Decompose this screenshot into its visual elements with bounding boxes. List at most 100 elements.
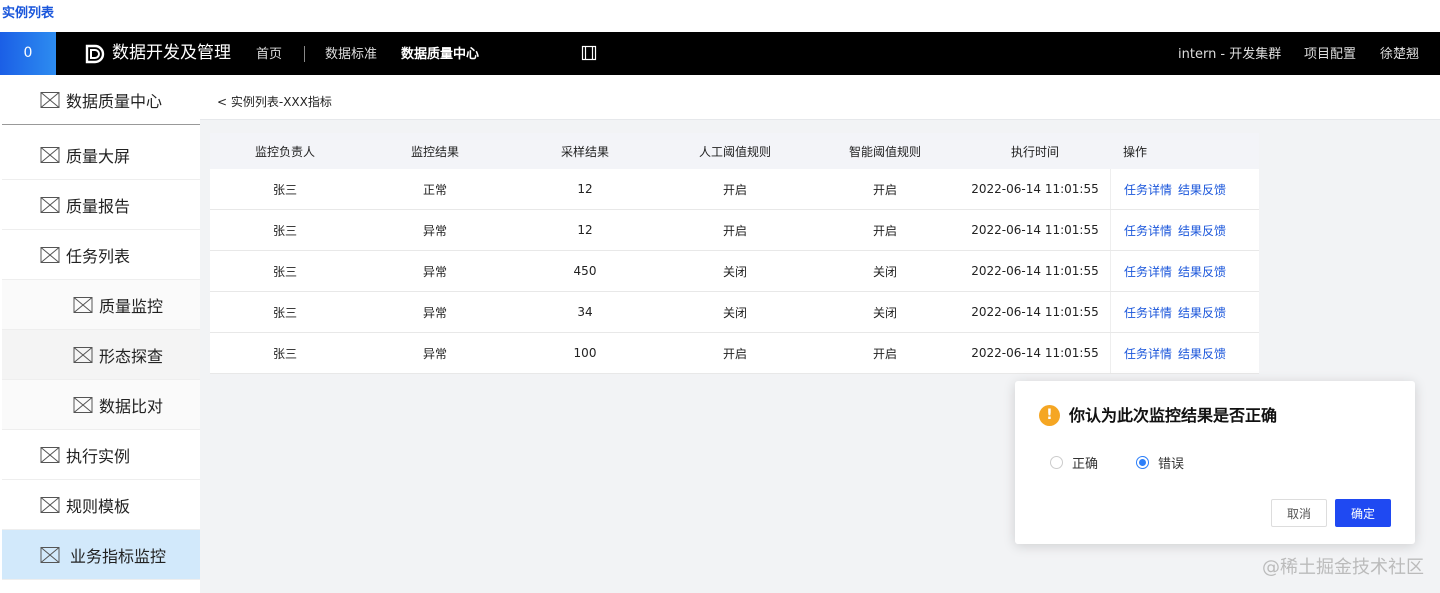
exec-time-cell: 2022-06-14 11:01:55 bbox=[971, 264, 1099, 278]
result-feedback-link[interactable]: 结果反馈 bbox=[1178, 304, 1226, 321]
confirm-button[interactable]: 确定 bbox=[1335, 499, 1391, 527]
sidebar-item-label: 形态探查 bbox=[99, 346, 164, 366]
sidebar-item-data-quality-center[interactable]: 数据质量中心 bbox=[2, 75, 200, 125]
sidebar-item-quality-monitor[interactable]: 质量监控 bbox=[2, 280, 200, 330]
owner-cell: 张三 bbox=[272, 182, 297, 197]
actions-cell: 任务详情 结果反馈 bbox=[1110, 292, 1259, 332]
sidebar-item-task-list[interactable]: 任务列表 bbox=[2, 230, 200, 280]
result-cell: 异常 bbox=[422, 305, 447, 320]
actions-cell: 任务详情 结果反馈 bbox=[1110, 210, 1259, 250]
table-row: 张三 异常 12 开启 开启 2022-06-14 11:01:55 任务详情 … bbox=[210, 210, 1259, 251]
result-feedback-link[interactable]: 结果反馈 bbox=[1178, 345, 1226, 362]
image-placeholder-icon bbox=[40, 496, 60, 513]
sidebar-item-business-metric-monitor[interactable]: 业务指标监控 bbox=[2, 530, 200, 580]
sidebar-item-label: 质量大屏 bbox=[66, 146, 131, 166]
sample-cell: 100 bbox=[573, 346, 597, 360]
task-detail-link[interactable]: 任务详情 bbox=[1124, 222, 1172, 239]
radio-checked-icon bbox=[1136, 456, 1149, 469]
sidebar-item-quality-report[interactable]: 质量报告 bbox=[2, 180, 200, 230]
sidebar-item-label: 任务列表 bbox=[66, 246, 131, 266]
sidebar-item-exec-instance[interactable]: 执行实例 bbox=[2, 430, 200, 480]
image-placeholder-icon bbox=[40, 146, 60, 163]
result-cell: 异常 bbox=[422, 264, 447, 279]
watermark: @稀土掘金技术社区 bbox=[1262, 557, 1424, 578]
dialog-title: 你认为此次监控结果是否正确 bbox=[1069, 406, 1278, 425]
sidebar-item-data-compare[interactable]: 数据比对 bbox=[2, 380, 200, 430]
radio-wrong[interactable]: 错误 bbox=[1136, 453, 1184, 472]
owner-cell: 张三 bbox=[272, 305, 297, 320]
sample-cell: 12 bbox=[577, 223, 593, 237]
actions-cell: 任务详情 结果反馈 bbox=[1110, 169, 1259, 209]
nav-home[interactable]: 首页 bbox=[256, 32, 282, 78]
result-feedback-link[interactable]: 结果反馈 bbox=[1178, 181, 1226, 198]
cancel-button[interactable]: 取消 bbox=[1271, 499, 1327, 527]
actions-cell: 任务详情 结果反馈 bbox=[1110, 333, 1259, 373]
owner-cell: 张三 bbox=[272, 223, 297, 238]
exec-time-cell: 2022-06-14 11:01:55 bbox=[971, 305, 1099, 319]
sidebar-item-shape-explore[interactable]: 形态探查 bbox=[2, 330, 200, 380]
sample-cell: 34 bbox=[577, 305, 593, 319]
task-detail-link[interactable]: 任务详情 bbox=[1124, 263, 1172, 280]
smart-rule-cell: 开启 bbox=[872, 182, 897, 197]
result-feedback-link[interactable]: 结果反馈 bbox=[1178, 263, 1226, 280]
column-header: 智能阈值规则 bbox=[848, 144, 921, 159]
actions-cell: 任务详情 结果反馈 bbox=[1110, 251, 1259, 291]
task-detail-link[interactable]: 任务详情 bbox=[1124, 304, 1172, 321]
task-detail-link[interactable]: 任务详情 bbox=[1124, 181, 1172, 198]
column-header: 执行时间 bbox=[1010, 144, 1059, 159]
sidebar-item-rule-template[interactable]: 规则模板 bbox=[2, 480, 200, 530]
table-row: 张三 异常 450 关闭 关闭 2022-06-14 11:01:55 任务详情… bbox=[210, 251, 1259, 292]
nav-data-standard[interactable]: 数据标准 bbox=[325, 32, 377, 78]
sidebar-item-label: 数据比对 bbox=[99, 396, 164, 416]
result-feedback-link[interactable]: 结果反馈 bbox=[1178, 222, 1226, 239]
table-row: 张三 正常 12 开启 开启 2022-06-14 11:01:55 任务详情 … bbox=[210, 169, 1259, 210]
exec-time-cell: 2022-06-14 11:01:55 bbox=[971, 346, 1099, 360]
cluster-selector[interactable]: intern - 开发集群 bbox=[1178, 32, 1281, 78]
column-header: 监控结果 bbox=[410, 144, 459, 159]
image-placeholder-icon bbox=[73, 296, 93, 313]
smart-rule-cell: 关闭 bbox=[872, 305, 897, 320]
project-config-link[interactable]: 项目配置 bbox=[1304, 32, 1356, 78]
sidebar-item-label: 质量报告 bbox=[66, 196, 131, 216]
owner-cell: 张三 bbox=[272, 346, 297, 361]
sidebar-item-label: 数据质量中心 bbox=[66, 91, 163, 111]
smart-rule-cell: 开启 bbox=[872, 346, 897, 361]
image-placeholder-icon bbox=[40, 246, 60, 263]
smart-rule-cell: 开启 bbox=[872, 223, 897, 238]
instance-table: 监控负责人 监控结果 采样结果 人工阈值规则 智能阈值规则 执行时间 操作 张三… bbox=[210, 133, 1259, 374]
feedback-dialog: ! 你认为此次监控结果是否正确 正确 错误 取消 确定 bbox=[1015, 381, 1415, 544]
menu-toggle-button[interactable]: 0 bbox=[0, 32, 56, 75]
nav-data-quality-center[interactable]: 数据质量中心 bbox=[401, 32, 479, 78]
image-placeholder-icon bbox=[40, 91, 60, 108]
sample-cell: 12 bbox=[577, 182, 593, 196]
breadcrumb[interactable]: < 实例列表-XXX指标 bbox=[217, 93, 332, 110]
image-placeholder-icon bbox=[40, 196, 60, 213]
column-header: 操作 bbox=[1123, 144, 1148, 159]
content-header: < 实例列表-XXX指标 bbox=[200, 75, 1440, 120]
sidebar-item-label: 业务指标监控 bbox=[70, 546, 167, 566]
top-navbar: 0 数据开发及管理 首页 数据标准 数据质量中心 intern - 开发集群 项… bbox=[0, 32, 1440, 75]
brand-title: 数据开发及管理 bbox=[112, 43, 231, 63]
task-detail-link[interactable]: 任务详情 bbox=[1124, 345, 1172, 362]
manual-rule-cell: 开启 bbox=[722, 223, 747, 238]
image-placeholder-icon bbox=[40, 446, 60, 463]
column-header: 监控负责人 bbox=[254, 144, 315, 159]
exec-time-cell: 2022-06-14 11:01:55 bbox=[971, 223, 1099, 237]
image-placeholder-icon bbox=[73, 396, 93, 413]
nav-divider bbox=[304, 46, 305, 62]
manual-rule-cell: 开启 bbox=[722, 346, 747, 361]
result-cell: 异常 bbox=[422, 223, 447, 238]
image-placeholder-icon bbox=[40, 546, 60, 563]
radio-label: 错误 bbox=[1158, 457, 1185, 472]
radio-correct[interactable]: 正确 bbox=[1050, 453, 1098, 472]
result-cell: 异常 bbox=[422, 346, 447, 361]
sidebar-item-label: 执行实例 bbox=[66, 446, 131, 466]
table-row: 张三 异常 100 开启 开启 2022-06-14 11:01:55 任务详情… bbox=[210, 333, 1259, 374]
column-header: 人工阈值规则 bbox=[698, 144, 771, 159]
column-header: 采样结果 bbox=[560, 144, 609, 159]
exec-time-cell: 2022-06-14 11:01:55 bbox=[971, 182, 1099, 196]
manual-rule-cell: 关闭 bbox=[722, 305, 747, 320]
user-name[interactable]: 徐楚翘 bbox=[1380, 32, 1419, 78]
sidebar-item-quality-screen[interactable]: 质量大屏 bbox=[2, 130, 200, 180]
film-icon[interactable] bbox=[581, 45, 597, 61]
